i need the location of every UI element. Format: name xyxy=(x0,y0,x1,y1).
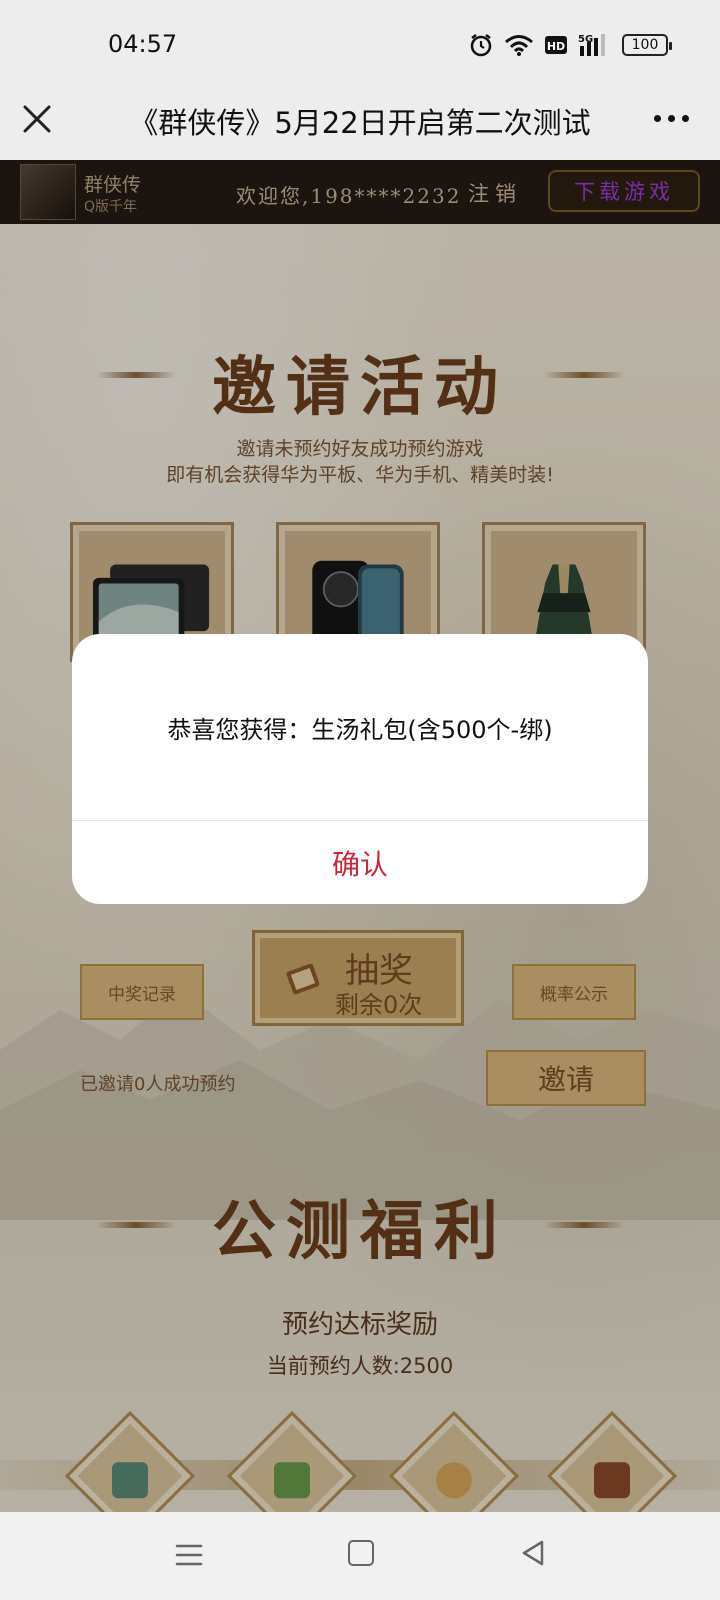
status-icons: HD 5G 100 xyxy=(468,30,672,60)
more-options-button[interactable] xyxy=(654,108,694,128)
hd-icon: HD xyxy=(545,36,567,54)
cellular-signal-icon: 5G xyxy=(578,34,605,56)
page-title: 《群侠传》5月22日开启第二次测试 xyxy=(129,106,591,140)
system-nav-bar xyxy=(0,1512,720,1600)
svg-text:HD: HD xyxy=(547,40,565,53)
dot-icon xyxy=(682,114,689,122)
dot-icon xyxy=(668,114,675,122)
battery-icon: 100 xyxy=(622,34,672,56)
dot-icon xyxy=(654,114,661,122)
confirm-button[interactable]: 确认 xyxy=(72,821,648,904)
home-icon[interactable] xyxy=(348,1540,374,1566)
wifi-icon xyxy=(505,35,533,56)
status-bar: 04:57 HD 5G 100 xyxy=(0,0,720,92)
status-time: 04:57 xyxy=(108,30,178,58)
back-icon[interactable] xyxy=(518,1538,548,1568)
reward-dialog: 恭喜您获得：生汤礼包(含500个-绑) 确认 xyxy=(72,634,648,904)
dialog-message: 恭喜您获得：生汤礼包(含500个-绑) xyxy=(167,716,553,744)
menu-icon[interactable] xyxy=(174,1542,204,1568)
close-icon[interactable] xyxy=(20,102,54,136)
title-bar: 《群侠传》5月22日开启第二次测试 xyxy=(0,92,720,160)
alarm-icon xyxy=(470,34,492,57)
